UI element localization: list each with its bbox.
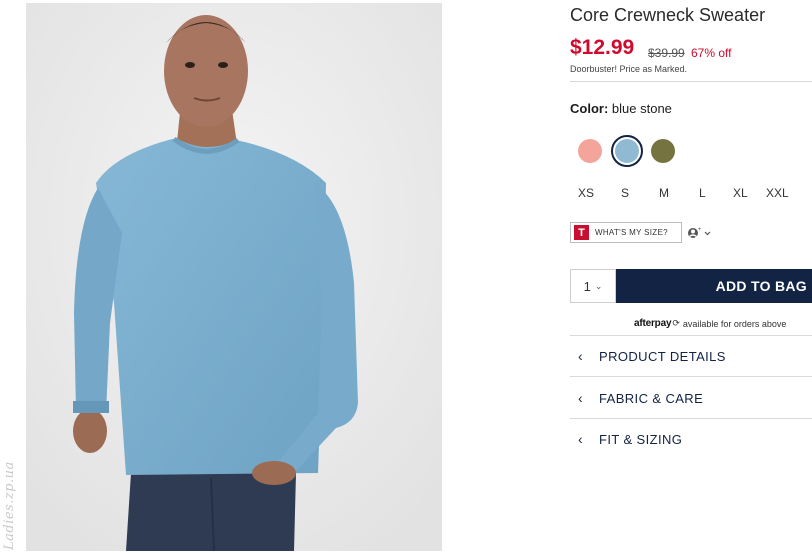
size-option-xl[interactable]: XL [733,186,748,200]
model-sweater-illustration [26,3,442,551]
chevron-left-icon: ‹ [578,348,583,364]
accordion-fabric-care[interactable]: ‹ FABRIC & CARE [570,388,812,408]
product-page: Ladies.zp.ua Core Crewneck Sweater $12.9… [0,0,812,553]
accordion-product-details[interactable]: ‹ PRODUCT DETAILS [570,346,812,366]
true-fit-logo: T [574,225,589,240]
afterpay-logo: afterpay [634,318,672,329]
chevron-left-icon: ‹ [578,390,583,406]
product-title: Core Crewneck Sweater [570,5,766,25]
afterpay-mark-icon: ⟳ [672,318,680,328]
size-option-l[interactable]: L [699,186,706,200]
accordion-label: FABRIC & CARE [599,390,704,406]
watermark-text: Ladies.zp.ua [2,461,17,550]
product-image[interactable] [26,3,442,551]
discount-label: 67% off [691,46,732,60]
size-option-m[interactable]: M [659,186,669,200]
chevron-down-icon: ⌄ [594,280,603,291]
user-profile-icon[interactable]: + [687,226,715,240]
quantity-select[interactable]: 1 ⌄ [570,269,616,303]
size-option-xxl[interactable]: XXL [766,186,789,200]
divider [570,376,812,377]
accordion-label: FIT & SIZING [599,431,683,447]
divider [570,81,812,82]
afterpay-notice: afterpay ⟳ available for orders above [634,318,786,329]
divider [570,335,812,336]
color-label: Color: [570,101,609,116]
quantity-value: 1 [583,278,591,294]
purchase-panel: Core Crewneck Sweater $12.99 $39.99 67% … [570,0,812,553]
size-option-xs[interactable]: XS [578,186,594,200]
selected-color-name: blue stone [611,101,672,116]
size-selector: XS S M L XL XXL [570,186,812,202]
whats-my-size-label: WHAT'S MY SIZE? [595,228,668,237]
whats-my-size-button[interactable]: T WHAT'S MY SIZE? [570,222,682,243]
sale-price: $12.99 [570,36,635,59]
svg-text:+: + [698,227,702,233]
original-price: $39.99 [648,46,685,60]
color-swatch-pink[interactable] [574,135,606,167]
swatch-dot [578,139,602,163]
divider [570,418,812,419]
accordion-fit-sizing[interactable]: ‹ FIT & SIZING [570,429,812,449]
promo-note: Doorbuster! Price as Marked. [570,64,688,74]
color-swatch-blue-stone[interactable] [611,135,643,167]
afterpay-text: available for orders above [682,318,787,329]
chevron-left-icon: ‹ [578,431,583,447]
swatch-dot [651,139,675,163]
add-to-bag-label: ADD TO BAG [715,278,807,294]
accordion-label: PRODUCT DETAILS [599,348,726,364]
add-to-bag-button[interactable]: ADD TO BAG [616,269,812,303]
color-swatch-olive[interactable] [647,135,679,167]
size-option-s[interactable]: S [621,186,629,200]
swatch-dot [615,139,639,163]
color-selection-label: Color: blue stone [570,101,672,116]
